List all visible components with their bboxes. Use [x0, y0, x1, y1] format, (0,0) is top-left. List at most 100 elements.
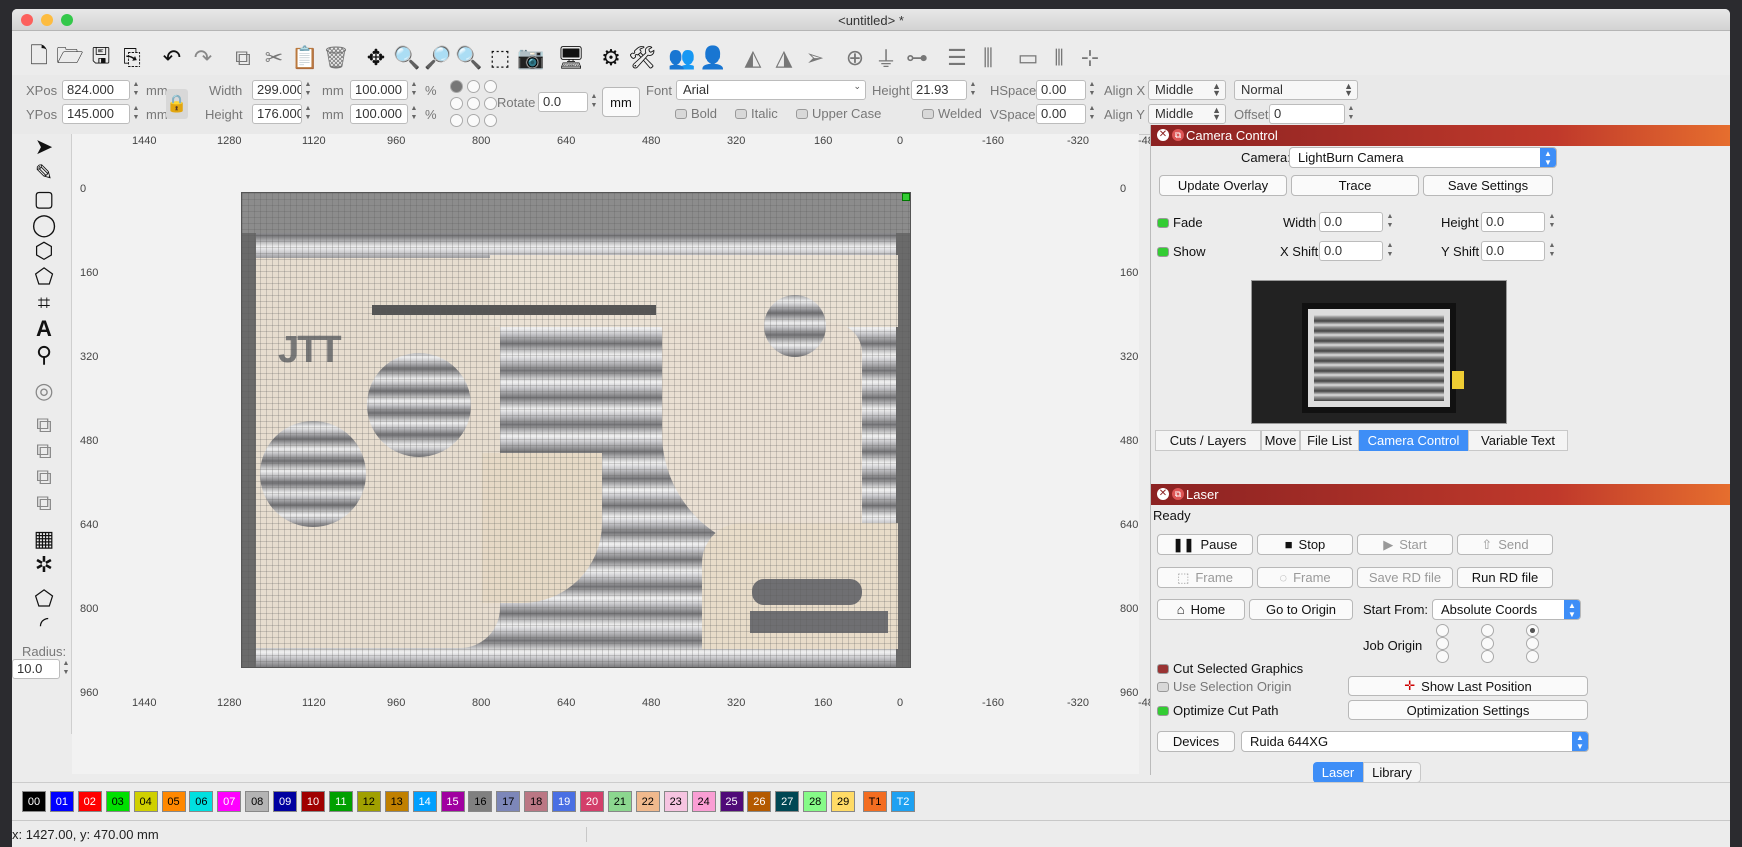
new-file-icon[interactable]: 🗋	[24, 43, 54, 73]
dock-top-icon[interactable]: ▭	[1013, 43, 1043, 73]
send-icon[interactable]: ➢	[800, 43, 830, 73]
color-swatch-21[interactable]: 21	[607, 791, 632, 812]
width-percent-input[interactable]: 100.000	[350, 80, 408, 100]
select-tool-icon[interactable]: ➤	[30, 134, 58, 160]
color-swatch-06[interactable]: 06	[189, 791, 214, 812]
color-swatch-24[interactable]: 24	[691, 791, 716, 812]
color-swatch-14[interactable]: 14	[412, 791, 437, 812]
rotate-input[interactable]: 0.0	[538, 92, 588, 112]
color-swatch-20[interactable]: 20	[580, 791, 604, 812]
camera-height-spinner[interactable]: ▲ ▼	[1547, 212, 1557, 232]
float-icon[interactable]: ⧉	[1172, 488, 1184, 500]
color-swatch-00[interactable]: 00	[22, 791, 46, 812]
ungroup-icon[interactable]: 👤	[698, 43, 728, 73]
xpos-input[interactable]: 824.000	[62, 80, 130, 100]
frame-circle-button[interactable]: ◌ Frame	[1257, 567, 1353, 588]
corner-radius-icon[interactable]: ◜	[30, 612, 58, 638]
settings-gear-icon[interactable]: ⚙	[596, 43, 626, 73]
color-swatch-23[interactable]: 23	[663, 791, 688, 812]
xshift-input[interactable]: 0.0	[1319, 241, 1383, 261]
close-icon[interactable]: ✕	[1157, 488, 1169, 500]
radius-input[interactable]: 10.0	[12, 659, 60, 679]
xshift-spinner[interactable]: ▲ ▼	[1385, 241, 1395, 261]
pen-tool-icon[interactable]: ✎	[30, 160, 58, 186]
height-percent-input[interactable]: 100.000	[350, 104, 408, 124]
devices-button[interactable]: Devices	[1157, 731, 1235, 752]
width-input[interactable]: 299.000	[252, 80, 302, 100]
color-swatch-19[interactable]: 19	[552, 791, 577, 812]
text-tool-icon[interactable]: A	[30, 316, 58, 342]
distribute-vertical-icon[interactable]: ☰	[942, 43, 972, 73]
frame-rect-button[interactable]: ⬚ Frame	[1157, 567, 1253, 588]
color-swatch-18[interactable]: 18	[524, 791, 549, 812]
zoom-out-icon[interactable]: 🔍	[454, 43, 484, 73]
float-icon[interactable]: ⧉	[1172, 129, 1184, 141]
text-height-spinner[interactable]: ▲ ▼	[968, 80, 978, 100]
color-swatch-02[interactable]: 02	[77, 791, 102, 812]
vspace-input[interactable]: 0.00	[1036, 104, 1086, 124]
bottom-tab-laser[interactable]: Laser	[1313, 762, 1363, 783]
camera-width-spinner[interactable]: ▲ ▼	[1385, 212, 1395, 232]
bottom-tab-library[interactable]: Library	[1363, 762, 1421, 783]
mirror-horizontal-icon[interactable]: ◭	[738, 43, 768, 73]
device-select[interactable]: Ruida 644XG ▲ ▼	[1241, 731, 1589, 752]
go-to-origin-button[interactable]: Go to Origin	[1249, 599, 1353, 620]
italic-checkbox[interactable]: Italic	[735, 106, 778, 121]
camera-height-input[interactable]: 0.0	[1481, 212, 1545, 232]
boolean-intersect-icon[interactable]: ⧉	[30, 490, 58, 516]
save-file-icon[interactable]: 🖫	[86, 43, 116, 73]
color-swatch-05[interactable]: 05	[161, 791, 186, 812]
cut-selected-graphics-checkbox[interactable]: Cut Selected Graphics	[1157, 661, 1303, 676]
color-swatch-03[interactable]: 03	[105, 791, 130, 812]
polygon-tool-icon[interactable]: ⬡	[30, 238, 58, 264]
paste-icon[interactable]: 📋	[290, 43, 320, 73]
cut-icon[interactable]: ✂	[259, 43, 289, 73]
trace-button[interactable]: Trace	[1291, 175, 1419, 196]
color-swatch-15[interactable]: 15	[440, 791, 465, 812]
grid-array-icon[interactable]: ▦	[30, 526, 58, 552]
width-percent-spinner[interactable]: ▲ ▼	[409, 80, 419, 100]
upper-case-checkbox[interactable]: Upper Case	[796, 106, 881, 121]
ellipse-tool-icon[interactable]: ◯	[30, 212, 58, 238]
delete-icon[interactable]: 🗑	[321, 43, 351, 73]
bold-checkbox[interactable]: Bold	[675, 106, 717, 121]
undo-icon[interactable]: ↶	[157, 43, 187, 73]
panel-tab-variable-text[interactable]: Variable Text	[1468, 430, 1568, 451]
anchor-point-grid[interactable]	[450, 80, 498, 128]
use-selection-origin-checkbox[interactable]: Use Selection Origin	[1157, 679, 1292, 694]
dock-side-icon[interactable]: ⫴	[1044, 43, 1074, 73]
color-swatch-12[interactable]: 12	[356, 791, 381, 812]
radius-spinner[interactable]: ▲ ▼	[61, 659, 71, 679]
color-swatch-10[interactable]: 10	[301, 791, 325, 812]
fade-checkbox[interactable]: Fade	[1157, 215, 1203, 230]
color-swatch-11[interactable]: 11	[328, 791, 353, 812]
color-swatch-29[interactable]: 29	[831, 791, 856, 812]
open-file-icon[interactable]: 🗁	[55, 43, 85, 73]
width-spinner[interactable]: ▲ ▼	[303, 80, 313, 100]
mirror-vertical-icon[interactable]: ◮	[769, 43, 799, 73]
close-icon[interactable]: ✕	[1157, 129, 1169, 141]
align-center-icon[interactable]: ⏚	[871, 43, 901, 73]
color-swatch-25[interactable]: 25	[719, 791, 744, 812]
optimize-cut-path-checkbox[interactable]: Optimize Cut Path	[1157, 703, 1279, 718]
height-input[interactable]: 176.000	[252, 104, 302, 124]
distribute-horizontal-icon[interactable]: ⫼	[973, 43, 1003, 73]
color-swatch-09[interactable]: 09	[273, 791, 298, 812]
grid-snap-icon[interactable]: ⊹	[1075, 43, 1105, 73]
boolean-union-icon[interactable]: ⧉	[30, 438, 58, 464]
optimization-settings-button[interactable]: Optimization Settings	[1348, 700, 1588, 720]
zoom-fit-icon[interactable]: 🔍	[392, 43, 422, 73]
zoom-selection-icon[interactable]: ⬚	[485, 43, 515, 73]
circular-array-icon[interactable]: ✲	[30, 552, 58, 578]
panel-tab-cuts-layers[interactable]: Cuts / Layers	[1155, 430, 1261, 451]
send-button[interactable]: ⇧ Send	[1457, 534, 1553, 555]
yshift-spinner[interactable]: ▲ ▼	[1547, 241, 1557, 261]
job-origin-grid[interactable]	[1436, 624, 1539, 664]
height-spinner[interactable]: ▲ ▼	[303, 104, 313, 124]
vspace-spinner[interactable]: ▲ ▼	[1087, 104, 1097, 124]
rotate-spinner[interactable]: ▲ ▼	[589, 92, 599, 112]
camera-select[interactable]: LightBurn Camera ▲ ▼	[1289, 147, 1557, 168]
panel-tab-move[interactable]: Move	[1261, 430, 1300, 451]
camera-icon[interactable]: 📷	[516, 43, 546, 73]
monitor-icon[interactable]: 🖥	[556, 43, 586, 73]
